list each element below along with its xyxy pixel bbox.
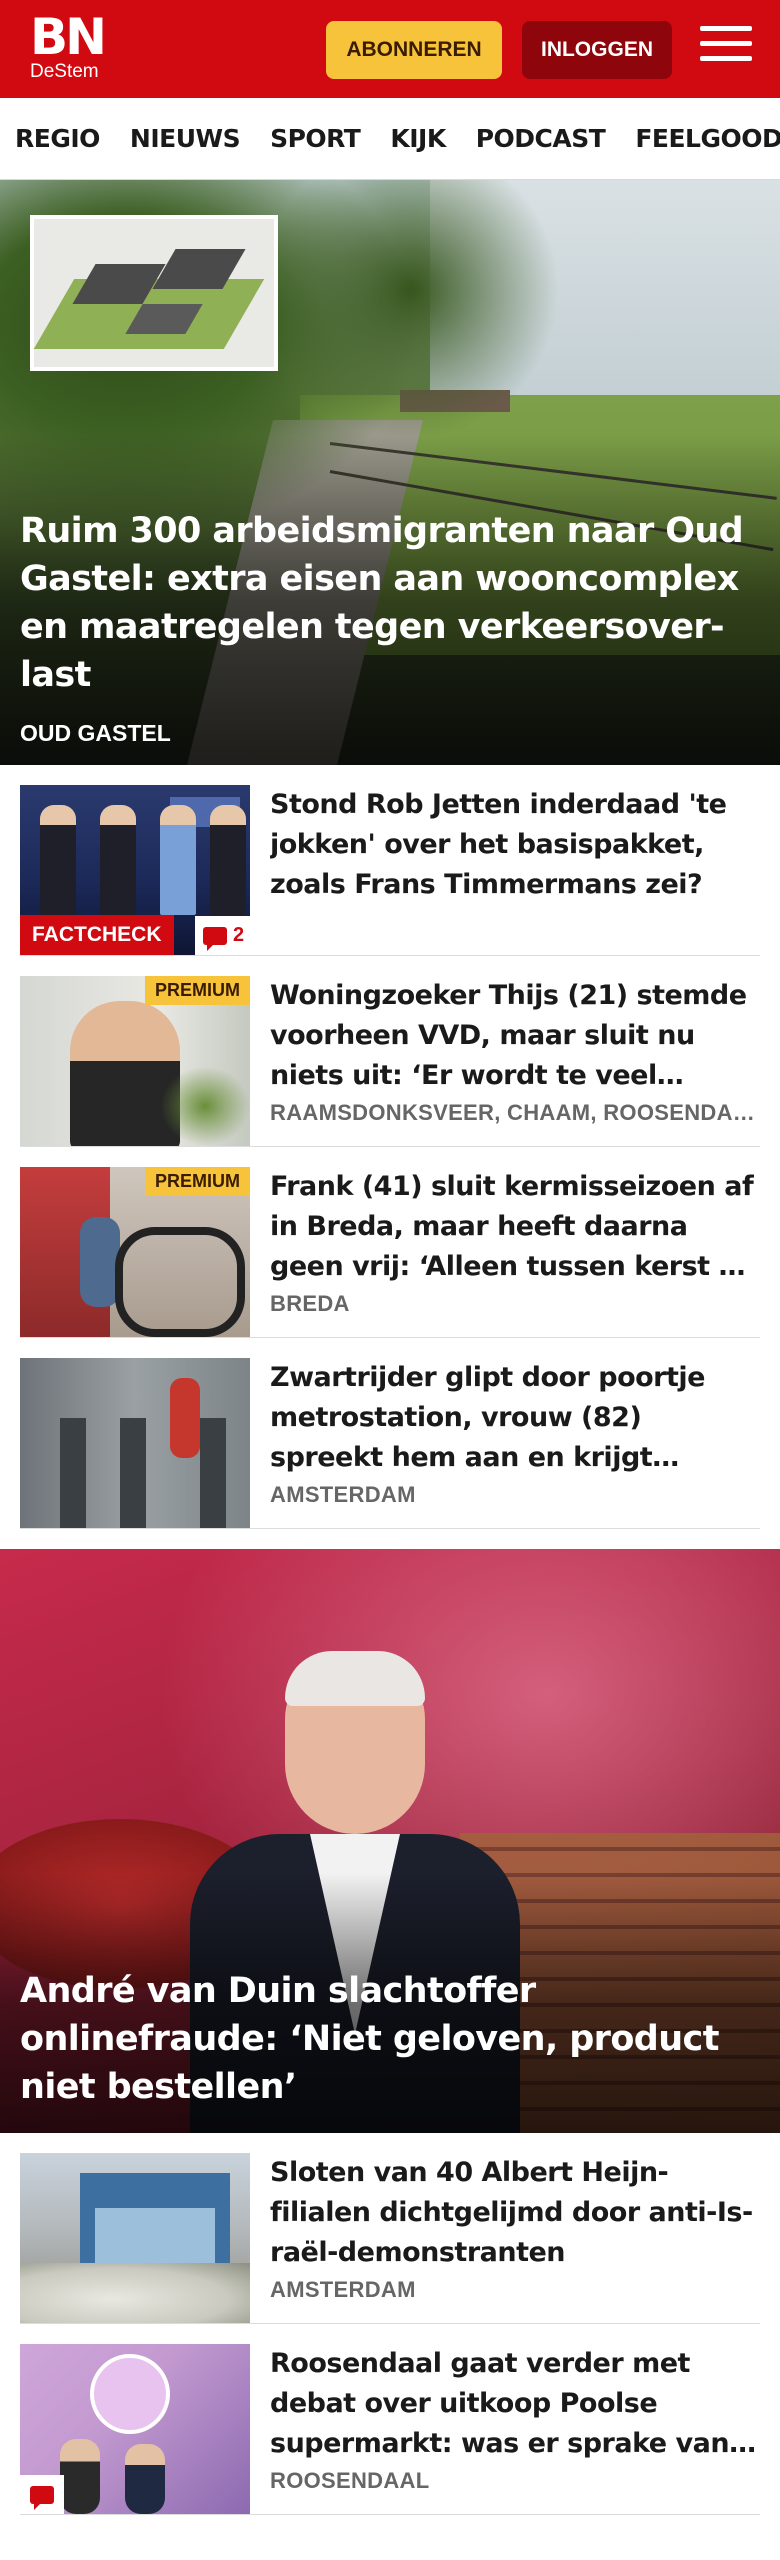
list-item[interactable]: FACTCHECK 2 Stond Rob Jetten inderdaad '…: [20, 765, 760, 956]
nav-item-nieuws[interactable]: NIEUWS: [130, 124, 241, 153]
hero-title[interactable]: Ruim 300 arbeidsmigranten naar Oud Gaste…: [20, 507, 758, 699]
article-image: [20, 2153, 250, 2323]
section-nav: REGIO NIEUWS SPORT KIJK PODCAST FEELGOOD: [0, 98, 780, 180]
hero-article-andre-van-duin[interactable]: André van Duin slachtoffer onlinefraude:…: [0, 1549, 780, 2133]
article-image: [20, 2344, 250, 2514]
article-location: AMSTERDAM: [270, 1482, 416, 1507]
article-list: FACTCHECK 2 Stond Rob Jetten inderdaad '…: [0, 765, 780, 1529]
comment-icon[interactable]: [20, 2475, 64, 2514]
article-title[interactable]: Stond Rob Jetten inderdaad 'te jokken' o…: [270, 785, 760, 905]
logo-sub-text: DeStem: [30, 61, 99, 82]
article-title[interactable]: Woningzoeker Thijs (21) stemde voorheen …: [270, 976, 760, 1096]
article-location: ROOSENDAAL: [270, 2468, 430, 2493]
factcheck-label: FACTCHECK: [20, 915, 174, 955]
comment-count: 2: [233, 924, 245, 946]
article-image: [20, 1358, 250, 1528]
list-item[interactable]: Zwartrijder glipt door poortje metrostat…: [20, 1338, 760, 1529]
list-item[interactable]: Sloten van 40 Albert Heijn-filialen dich…: [20, 2133, 760, 2324]
article-image: PREMIUM: [20, 976, 250, 1146]
article-title[interactable]: Sloten van 40 Albert Heijn-filialen dich…: [270, 2153, 760, 2273]
hero-title[interactable]: André van Duin slachtoffer onlinefraude:…: [20, 1967, 740, 2111]
nav-item-podcast[interactable]: PODCAST: [476, 124, 606, 153]
article-location: AMSTERDAM: [270, 2277, 416, 2302]
article-title[interactable]: Frank (41) sluit kermisseizoen af in Bre…: [270, 1167, 760, 1287]
site-header: BN DeStem ABONNEREN INLOGGEN: [0, 0, 780, 98]
login-button[interactable]: INLOGGEN: [522, 21, 672, 79]
logo-main-text: BN: [30, 8, 107, 66]
hero-inset-image: [30, 215, 278, 371]
subscribe-button[interactable]: ABONNEREN: [326, 21, 502, 79]
article-location: BREDA: [270, 1291, 350, 1316]
nav-item-regio[interactable]: REGIO: [15, 124, 100, 153]
hero-article-oud-gastel[interactable]: Ruim 300 arbeidsmigranten naar Oud Gaste…: [0, 180, 780, 765]
comment-icon: [203, 926, 227, 951]
site-logo[interactable]: BN DeStem: [30, 8, 107, 83]
list-item[interactable]: PREMIUM Woningzoeker Thijs (21) stemde v…: [20, 956, 760, 1147]
nav-item-kijk[interactable]: KIJK: [390, 124, 446, 153]
list-item[interactable]: Roosendaal gaat verder met debat over ui…: [20, 2324, 760, 2515]
premium-badge: PREMIUM: [145, 976, 250, 1005]
article-location: RAAMSDONKSVEER, CHAAM, ROOSENDAAL: [270, 1100, 758, 1125]
article-image: PREMIUM: [20, 1167, 250, 1337]
list-item[interactable]: PREMIUM Frank (41) sluit kermisseizoen a…: [20, 1147, 760, 1338]
hero-location: OUD GASTEL: [20, 720, 171, 746]
premium-badge: PREMIUM: [145, 1167, 250, 1196]
article-image: FACTCHECK 2: [20, 785, 250, 955]
hamburger-menu-icon[interactable]: [700, 26, 752, 72]
article-list-2: Sloten van 40 Albert Heijn-filialen dich…: [0, 2133, 780, 2515]
article-title[interactable]: Roosendaal gaat verder met debat over ui…: [270, 2344, 760, 2464]
comment-count-badge[interactable]: 2: [195, 916, 250, 955]
nav-item-feelgood[interactable]: FEELGOOD: [635, 124, 780, 153]
nav-item-sport[interactable]: SPORT: [270, 124, 361, 153]
article-title[interactable]: Zwartrijder glipt door poortje metrostat…: [270, 1358, 760, 1478]
